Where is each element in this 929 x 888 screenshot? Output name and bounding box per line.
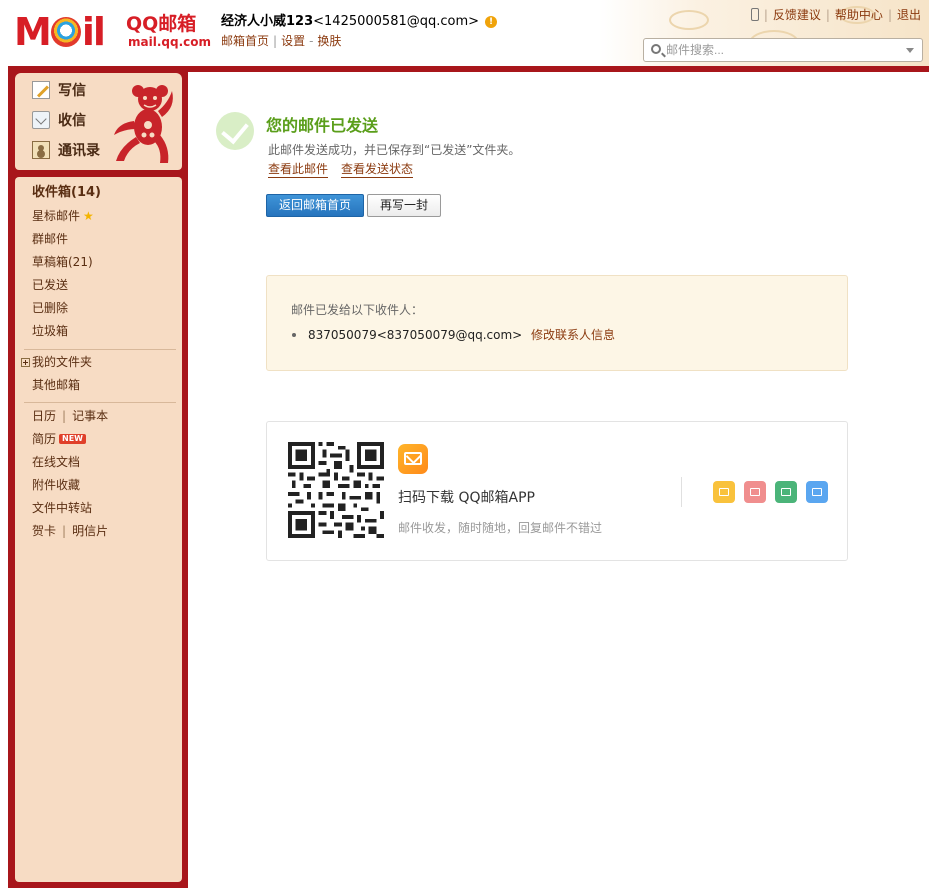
- sidebar-nav: 收件箱(14) 星标邮件 ★ 群邮件 草稿箱(21) 已发送 已删除 垃圾箱 我的…: [15, 177, 182, 882]
- sidebar-item-group-mail[interactable]: 群邮件: [32, 230, 68, 248]
- sidebar-item-notes[interactable]: 记事本: [72, 409, 108, 423]
- sidebar-item-spam[interactable]: 垃圾箱: [32, 322, 68, 340]
- top-header: Mil QQ邮箱 mail.qq.com 经济人小威123<1425000581…: [0, 0, 929, 68]
- search-icon: [651, 44, 661, 54]
- user-name: 经济人小威123: [221, 14, 314, 29]
- recipient-address: 837050079<837050079@qq.com>: [308, 328, 523, 342]
- sidebar-item-calendar[interactable]: 日历: [32, 409, 56, 423]
- sidebar-item-deleted[interactable]: 已删除: [32, 299, 68, 317]
- file-transfer-app-icon[interactable]: [806, 481, 828, 503]
- expand-plus-icon[interactable]: [21, 358, 30, 367]
- sidebar-item-file-transfer[interactable]: 文件中转站: [32, 499, 92, 517]
- sidebar-item-greeting-card[interactable]: 贺卡: [32, 524, 56, 538]
- account-alert-icon[interactable]: !: [485, 16, 498, 28]
- sidebar-item-other-mailboxes[interactable]: 其他邮箱: [32, 376, 80, 394]
- nav-divider: [24, 349, 176, 350]
- view-mail-link[interactable]: 查看此邮件: [268, 161, 329, 178]
- qq-mail-app-icon: [398, 444, 428, 474]
- success-check-icon: [216, 112, 254, 150]
- nav-divider: [24, 402, 176, 403]
- sidebar-item-sent[interactable]: 已发送: [32, 276, 68, 294]
- app-download-panel: 扫码下载 QQ邮箱APP 邮件收发，随时随地，回复邮件不错过: [266, 421, 848, 561]
- contacts-icon: [32, 141, 50, 159]
- inbox-icon: [32, 111, 50, 129]
- link-logout[interactable]: 退出: [897, 8, 921, 22]
- link-feedback[interactable]: 反馈建议: [773, 8, 821, 22]
- write-another-button[interactable]: 再写一封: [367, 194, 441, 217]
- recipient-heading: 邮件已发给以下收件人：: [291, 303, 424, 317]
- write-mail-button[interactable]: 写信: [32, 79, 86, 103]
- mail-app-icon[interactable]: [713, 481, 735, 503]
- search-input[interactable]: [666, 42, 896, 58]
- sidebar-item-online-docs[interactable]: 在线文档: [32, 453, 80, 471]
- user-email: <1425000581@qq.com>: [313, 14, 480, 29]
- sidebar-item-inbox[interactable]: 收件箱(14): [32, 184, 101, 202]
- chevron-down-icon[interactable]: [906, 48, 914, 53]
- sidebar-action-panel: 写信 收信 通讯录: [15, 73, 182, 170]
- edit-contact-link[interactable]: 修改联系人信息: [531, 327, 615, 343]
- sidebar-item-resume[interactable]: 简历 NEW: [32, 430, 86, 448]
- link-change-skin[interactable]: 换肤: [317, 34, 341, 48]
- success-title: 您的邮件已发送: [266, 116, 379, 135]
- logo-brand-name: QQ邮箱: [126, 13, 197, 35]
- recipient-panel: 邮件已发给以下收件人： 837050079<837050079@qq.com> …: [266, 275, 848, 371]
- star-icon: ★: [83, 209, 94, 223]
- user-info: 经济人小威123<1425000581@qq.com>! 邮箱首页 | 设置 - 换肤: [221, 13, 498, 49]
- view-send-status-link[interactable]: 查看发送状态: [341, 161, 414, 178]
- calendar-app-icon[interactable]: [744, 481, 766, 503]
- sidebar-item-postcard[interactable]: 明信片: [72, 524, 108, 538]
- back-to-home-button[interactable]: 返回邮箱首页: [266, 194, 364, 217]
- bullet-icon: [292, 333, 296, 337]
- mobile-phone-icon[interactable]: [750, 8, 759, 21]
- divider: [681, 477, 682, 507]
- new-badge: NEW: [59, 434, 86, 444]
- link-help-center[interactable]: 帮助中心: [835, 8, 883, 22]
- sidebar-tools-row-2: 贺卡 | 明信片: [32, 524, 109, 538]
- contacts-button[interactable]: 通讯录: [32, 139, 100, 163]
- mail-search-box[interactable]: [643, 38, 923, 62]
- logo-domain: mail.qq.com: [128, 35, 211, 49]
- sidebar-tools-row-1: 日历 | 记事本: [32, 409, 109, 423]
- link-settings[interactable]: 设置: [281, 34, 305, 48]
- app-download-subtitle: 邮件收发，随时随地，回复邮件不错过: [398, 521, 603, 535]
- notes-app-icon[interactable]: [775, 481, 797, 503]
- qq-mail-logo[interactable]: Mil QQ邮箱 mail.qq.com: [14, 10, 211, 54]
- sidebar-item-starred[interactable]: 星标邮件 ★: [32, 207, 94, 225]
- success-description: 此邮件发送成功，并已保存到“已发送”文件夹。: [268, 143, 521, 157]
- receive-mail-button[interactable]: 收信: [32, 109, 86, 133]
- link-mail-home[interactable]: 邮箱首页: [221, 34, 269, 48]
- sidebar-item-my-folders[interactable]: 我的文件夹: [21, 353, 92, 371]
- app-download-title: 扫码下载 QQ邮箱APP: [398, 490, 535, 506]
- write-icon: [32, 81, 50, 99]
- top-right-links: | 反馈建议 | 帮助中心 | 退出: [750, 7, 921, 23]
- qr-code-icon: [288, 442, 384, 538]
- sidebar-item-attachments[interactable]: 附件收藏: [32, 476, 80, 494]
- logo-circle-icon: [50, 17, 81, 47]
- monkey-paper-cut-decoration: [114, 85, 173, 163]
- sidebar-item-drafts[interactable]: 草稿箱(21): [32, 253, 93, 271]
- logo-wordmark: Mil: [14, 10, 106, 54]
